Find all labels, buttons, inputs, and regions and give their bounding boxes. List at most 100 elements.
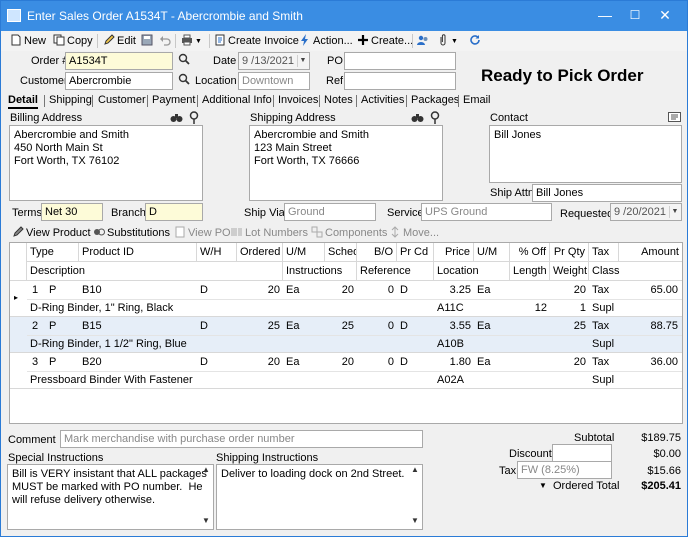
print-button[interactable]: ▼ [181, 33, 202, 49]
cell-pid[interactable]: B15 [79, 317, 197, 335]
cell-wh[interactable]: D [197, 281, 237, 299]
cell-type[interactable]: P [46, 353, 79, 371]
scroll-down-icon[interactable]: ▼ [202, 516, 210, 525]
terms-field[interactable]: Net 30 [41, 203, 103, 221]
move-button[interactable]: Move... [389, 225, 439, 241]
cell-ordered[interactable]: 20 [237, 353, 283, 371]
tab-packages[interactable]: Packages [411, 93, 459, 109]
tab-customer[interactable]: Customer [98, 93, 146, 109]
ref-field[interactable] [344, 72, 456, 90]
refresh-button[interactable] [469, 33, 483, 49]
col-header-sched[interactable]: Sched [325, 243, 357, 262]
billing-address-box[interactable]: Abercrombie and Smith 450 North Main St … [9, 125, 203, 201]
cell-ordered[interactable]: 20 [237, 281, 283, 299]
cell-wh[interactable]: D [197, 353, 237, 371]
binoculars-icon[interactable] [170, 112, 183, 126]
chevron-down-icon[interactable]: ▼ [539, 481, 547, 490]
create-menu-button[interactable]: Create... [357, 33, 413, 49]
contacts-button[interactable] [417, 33, 431, 49]
special-instructions-box[interactable]: Bill is VERY insistant that ALL packages… [7, 464, 214, 530]
new-button[interactable]: New [10, 33, 46, 49]
components-button[interactable]: Components [311, 225, 387, 241]
cell-wh[interactable]: D [197, 317, 237, 335]
cell-location[interactable]: A10B [434, 335, 510, 353]
tab-shipping[interactable]: Shipping [49, 93, 92, 109]
view-po-button[interactable]: View PO [174, 225, 231, 241]
tab-detail[interactable]: Detail [8, 93, 38, 109]
discount-field[interactable] [552, 444, 612, 462]
location-field[interactable]: Downtown [238, 72, 310, 90]
tab-additional-info[interactable]: Additional Info [202, 93, 272, 109]
binoculars-icon[interactable] [411, 112, 424, 126]
cell-price[interactable]: 3.25 [434, 281, 474, 299]
col-header-um[interactable]: U/M [283, 243, 325, 262]
cell-location[interactable]: A02A [434, 371, 510, 389]
cell-location[interactable]: A11C [434, 299, 510, 317]
cell-um[interactable]: Ea [283, 317, 325, 335]
attachment-button[interactable]: ▼ [437, 33, 458, 49]
shipping-address-box[interactable]: Abercrombie and Smith 123 Main Street Fo… [249, 125, 443, 201]
substitutions-button[interactable]: Substitutions [93, 225, 170, 241]
tax-code-field[interactable]: FW (8.25%) [517, 461, 612, 479]
cell-desc[interactable]: D-Ring Binder, 1 1/2" Ring, Blue [27, 335, 283, 353]
cell-prcd[interactable]: D [397, 353, 434, 371]
card-icon[interactable] [668, 112, 681, 125]
shipping-instructions-box[interactable]: Deliver to loading dock on 2nd Street. [216, 464, 423, 530]
col-header-reference[interactable]: Reference [357, 262, 434, 281]
cell-prcd[interactable]: D [397, 317, 434, 335]
cell-prqty[interactable]: 20 [550, 353, 589, 371]
cell-amount[interactable]: 65.00 [619, 281, 681, 299]
tab-activities[interactable]: Activities [361, 93, 404, 109]
cell-tax[interactable]: Tax [589, 281, 619, 299]
cell-proff[interactable] [510, 281, 550, 299]
cell-prcd[interactable]: D [397, 281, 434, 299]
col-header-pr-qty[interactable]: Pr Qty [550, 243, 589, 262]
cell-amount[interactable]: 88.75 [619, 317, 681, 335]
cell-bo[interactable]: 0 [357, 317, 397, 335]
service-field[interactable]: UPS Ground [421, 203, 552, 221]
tab-notes[interactable]: Notes [324, 93, 353, 109]
date-picker[interactable]: 9 /13/2021 ▼ [238, 52, 310, 70]
cell-length[interactable] [510, 371, 550, 389]
cell-length[interactable] [510, 335, 550, 353]
col-header-amount[interactable]: Amount [619, 243, 682, 262]
undo-button[interactable] [159, 33, 173, 49]
scroll-down-icon[interactable]: ▼ [411, 516, 419, 525]
col-header-price[interactable]: Price [434, 243, 474, 262]
cell-length[interactable]: 12 [510, 299, 550, 317]
cell-proff[interactable] [510, 317, 550, 335]
col-header-um2[interactable]: U/M [474, 243, 510, 262]
contact-box[interactable]: Bill Jones [489, 125, 682, 183]
cell-class[interactable]: Supl [589, 335, 682, 353]
customer-field[interactable]: Abercrombie [65, 72, 173, 90]
save-button[interactable] [141, 33, 155, 49]
scroll-up-icon[interactable]: ▲ [202, 465, 210, 474]
ship-via-field[interactable]: Ground [284, 203, 376, 221]
cell-um[interactable]: Ea [283, 353, 325, 371]
col-header-pct-off[interactable]: % Off [510, 243, 550, 262]
cell-weight[interactable]: 1 [550, 299, 589, 317]
comment-field[interactable]: Mark merchandise with purchase order num… [60, 430, 423, 448]
copy-button[interactable]: Copy [53, 33, 93, 49]
cell-ordered[interactable]: 25 [237, 317, 283, 335]
cell-class[interactable]: Supl [589, 299, 682, 317]
cell-bo[interactable]: 0 [357, 353, 397, 371]
col-header-instructions[interactable]: Instructions [283, 262, 357, 281]
col-header-location[interactable]: Location [434, 262, 510, 281]
search-customer-icon[interactable] [178, 73, 190, 88]
branch-field[interactable]: D [145, 203, 203, 221]
cell-um2[interactable]: Ea [474, 353, 510, 371]
cell-desc[interactable]: D-Ring Binder, 1" Ring, Black [27, 299, 283, 317]
cell-type[interactable]: P [46, 281, 79, 299]
col-header-description[interactable]: Description [27, 262, 283, 281]
col-header-wh[interactable]: W/H [197, 243, 237, 262]
cell-weight[interactable] [550, 335, 589, 353]
cell-tax[interactable]: Tax [589, 317, 619, 335]
cell-amount[interactable]: 36.00 [619, 353, 681, 371]
po-field[interactable] [344, 52, 456, 70]
cell-prqty[interactable]: 20 [550, 281, 589, 299]
view-product-button[interactable]: View Product [12, 225, 91, 241]
cell-bo[interactable]: 0 [357, 281, 397, 299]
col-header-length[interactable]: Length [510, 262, 550, 281]
col-header-ordered[interactable]: Ordered [237, 243, 283, 262]
